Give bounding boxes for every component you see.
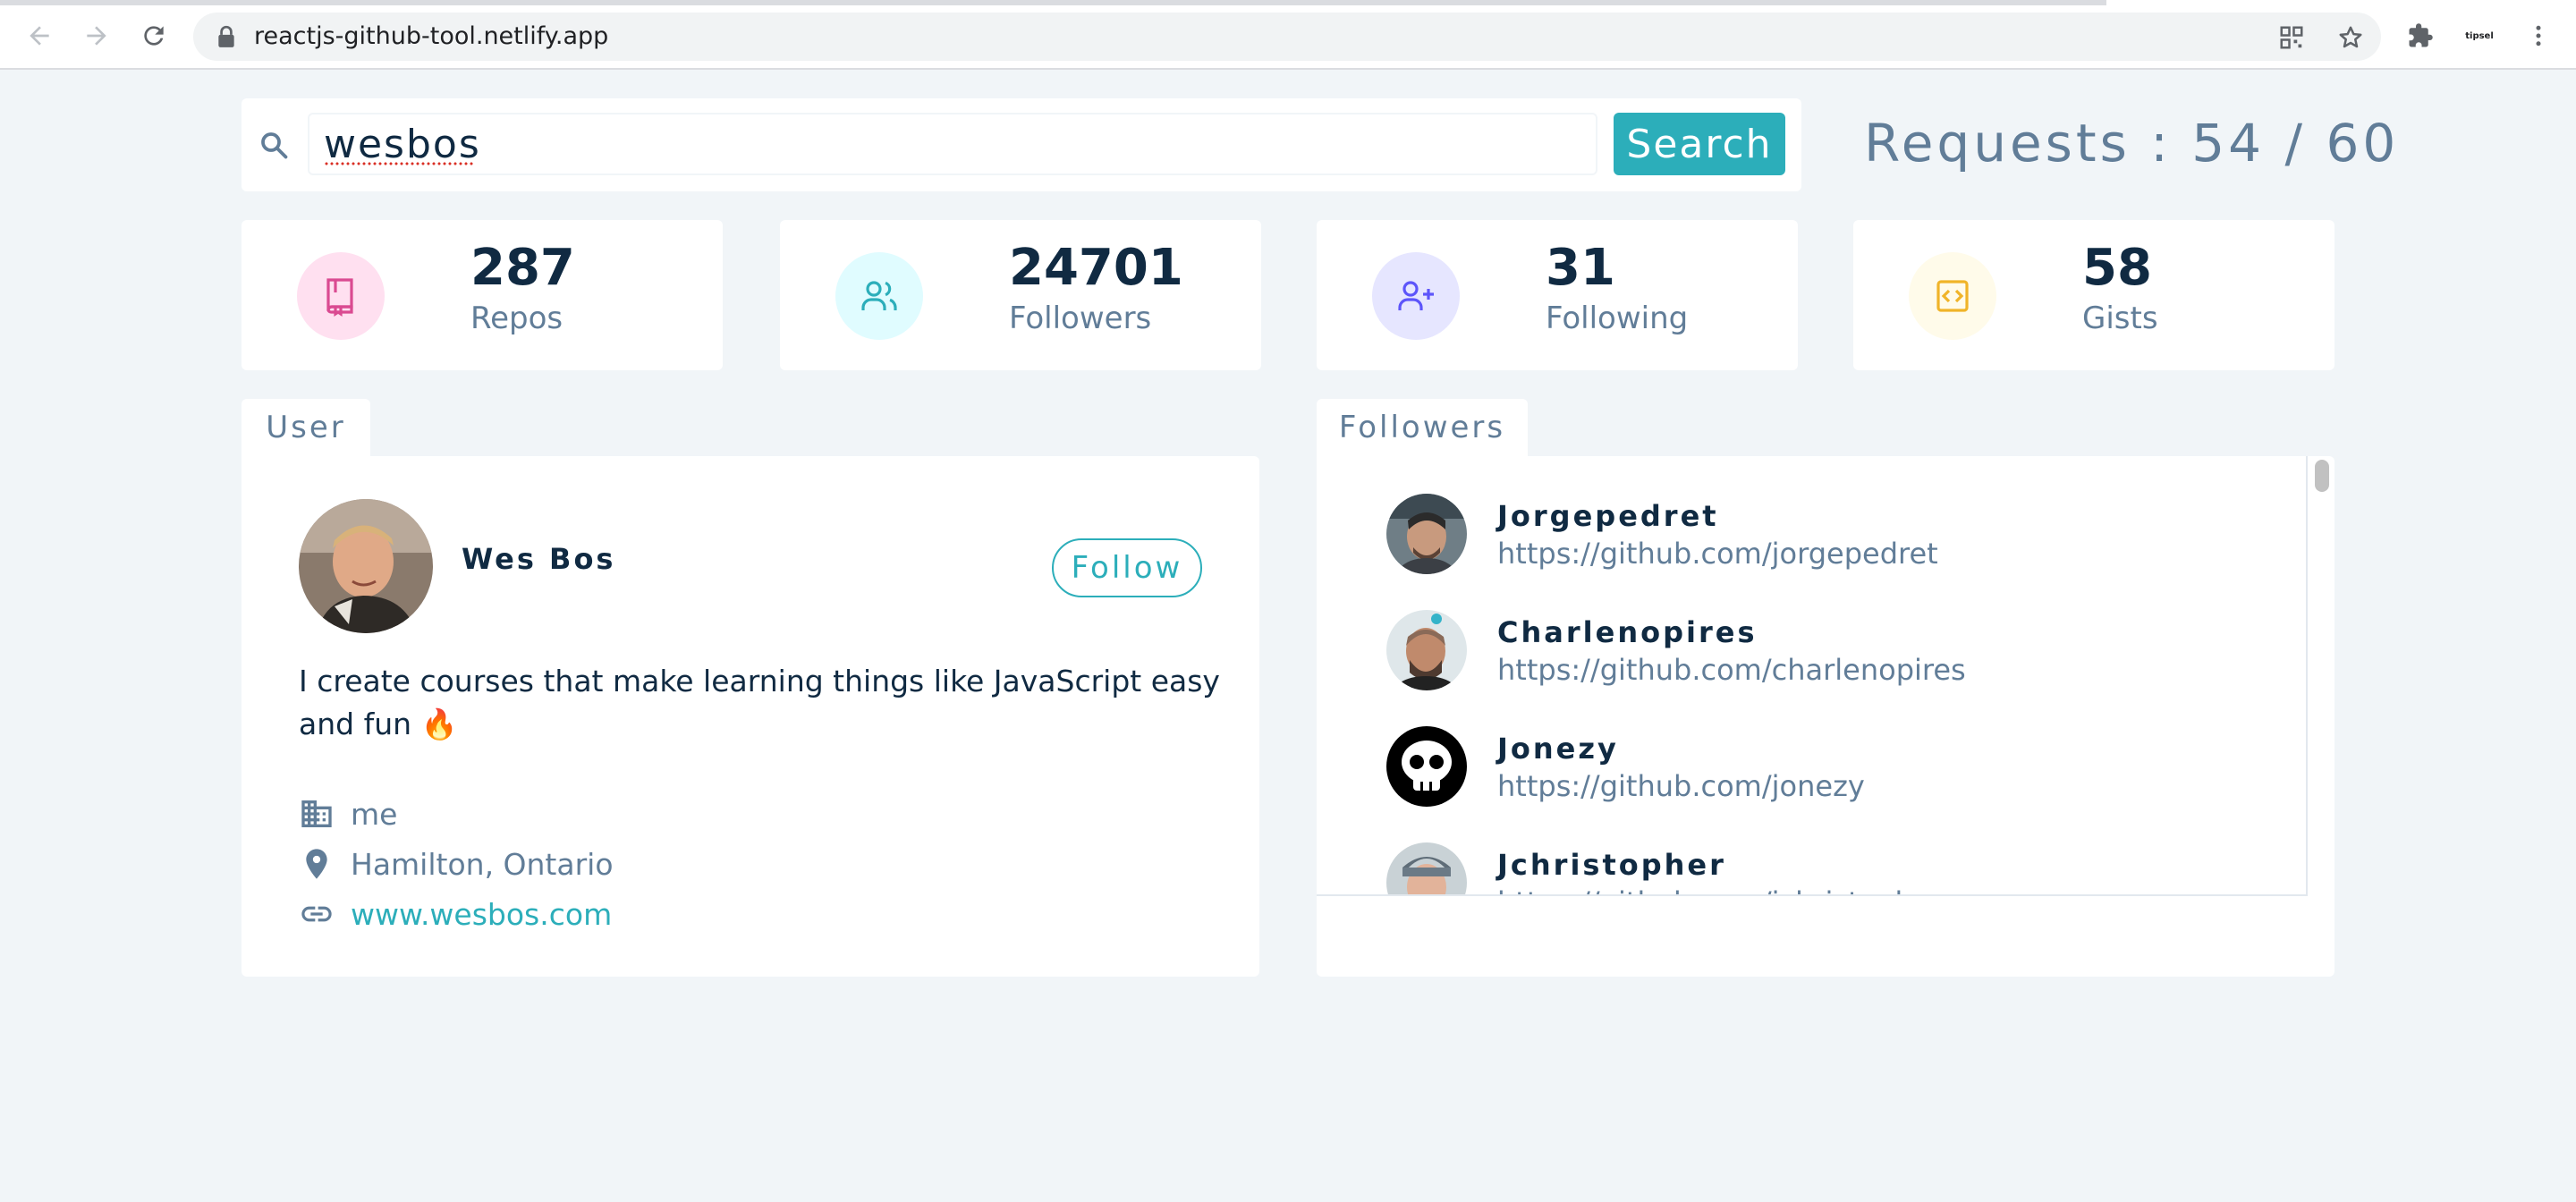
followers-list[interactable]: Jorgepedret https://github.com/jorgepedr… xyxy=(1317,456,2308,896)
follower-item[interactable]: Jonezy https://github.com/jonezy xyxy=(1386,726,2281,807)
stat-card-following: 31 Following xyxy=(1317,220,1798,370)
follower-name: Charlenopires xyxy=(1497,615,1758,649)
address-bar[interactable]: reactjs-github-tool.netlify.app xyxy=(193,13,2381,61)
followers-card: Jorgepedret https://github.com/jorgepedr… xyxy=(1317,456,2334,977)
user-website[interactable]: www.wesbos.com xyxy=(299,896,612,932)
follower-url[interactable]: https://github.com/charlenopires xyxy=(1497,653,1966,687)
followers-section-tab: Followers xyxy=(1317,399,1528,456)
users-icon xyxy=(835,252,923,340)
follower-item[interactable]: Charlenopires https://github.com/charlen… xyxy=(1386,610,2281,690)
stat-label: Following xyxy=(1546,300,1689,336)
avatar xyxy=(1386,494,1467,574)
user-location: Hamilton, Ontario xyxy=(299,846,614,882)
stat-value: 24701 xyxy=(1009,239,1183,297)
avatar xyxy=(1386,726,1467,807)
browser-toolbar: reactjs-github-tool.netlify.app tipsel xyxy=(0,0,2576,70)
follower-name: Jchristopher xyxy=(1497,848,1726,882)
stat-value: 31 xyxy=(1546,239,1615,297)
link-icon xyxy=(301,906,332,922)
stat-value: 287 xyxy=(470,239,575,297)
stat-label: Followers xyxy=(1009,300,1152,336)
follower-name: Jonezy xyxy=(1497,732,1619,766)
reload-button[interactable] xyxy=(134,16,174,55)
search-button[interactable]: Search xyxy=(1614,113,1785,175)
follower-name: Jorgepedret xyxy=(1497,499,1719,533)
reload-icon xyxy=(144,26,164,46)
company-text: me xyxy=(351,796,398,832)
back-arrow-icon xyxy=(30,26,49,46)
building-icon xyxy=(301,800,332,827)
stat-value: 58 xyxy=(2082,239,2152,297)
user-bio: I create courses that make learning thin… xyxy=(299,664,1220,741)
spellcheck-underline xyxy=(324,161,474,166)
forward-button[interactable] xyxy=(77,16,116,55)
search-form: Search xyxy=(242,98,1801,191)
loading-bar xyxy=(0,0,2106,5)
follower-item[interactable]: Jchristopher https://github.com/jchristo… xyxy=(1386,842,2281,894)
code-icon xyxy=(1909,252,1996,340)
stat-card-followers: 24701 Followers xyxy=(780,220,1261,370)
user-plus-icon xyxy=(1372,252,1460,340)
extensions-puzzle-icon[interactable] xyxy=(2402,18,2438,54)
stat-label: Gists xyxy=(2082,300,2158,336)
avatar xyxy=(1386,610,1467,690)
address-url[interactable]: reactjs-github-tool.netlify.app xyxy=(254,23,608,50)
website-link[interactable]: www.wesbos.com xyxy=(351,897,612,932)
qr-code-icon[interactable] xyxy=(2275,21,2308,54)
location-text: Hamilton, Ontario xyxy=(351,846,614,882)
browser-menu-icon[interactable] xyxy=(2521,18,2556,54)
follow-button[interactable]: Follow xyxy=(1052,538,1202,597)
stat-card-repos: 287 Repos xyxy=(242,220,723,370)
follower-url[interactable]: https://github.com/jchristopher xyxy=(1497,885,1943,894)
forward-arrow-icon xyxy=(87,26,106,46)
stat-card-gists: 58 Gists xyxy=(1853,220,2334,370)
follower-url[interactable]: https://github.com/jonezy xyxy=(1497,769,1865,803)
map-pin-icon xyxy=(306,849,327,879)
extension-tipsel-icon[interactable]: tipsel xyxy=(2462,18,2497,54)
back-button[interactable] xyxy=(20,16,59,55)
search-icon xyxy=(261,132,288,159)
user-card: Wes Bos Follow I create courses that mak… xyxy=(242,456,1259,977)
user-section-tab: User xyxy=(242,399,370,456)
search-input[interactable] xyxy=(308,113,1597,175)
stat-label: Repos xyxy=(470,300,564,336)
bookmark-star-icon[interactable] xyxy=(2334,21,2367,54)
book-icon xyxy=(297,252,385,340)
user-company: me xyxy=(299,796,397,832)
requests-counter: Requests : 54 / 60 xyxy=(1864,113,2400,174)
followers-scrollbar[interactable] xyxy=(2315,460,2329,492)
follower-url[interactable]: https://github.com/jorgepedret xyxy=(1497,537,1938,571)
follower-item[interactable]: Jorgepedret https://github.com/jorgepedr… xyxy=(1386,494,2281,574)
avatar xyxy=(299,499,433,633)
lock-icon xyxy=(218,25,234,47)
avatar xyxy=(1386,842,1467,894)
user-full-name: Wes Bos xyxy=(462,542,616,576)
